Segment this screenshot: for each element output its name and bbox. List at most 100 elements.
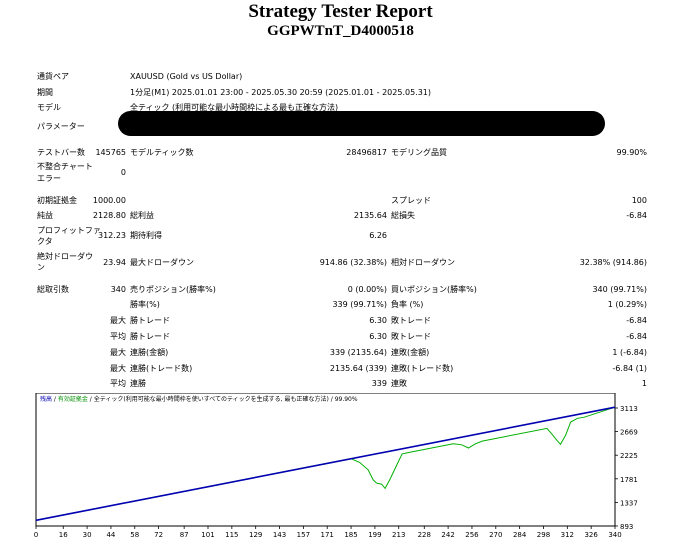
x-tick-label: 340 <box>608 531 621 539</box>
redaction-mark <box>118 111 605 136</box>
avg-cons-losses-label: 連敗 <box>391 379 407 388</box>
max-cons-loss-label: 連敗(トレード数) <box>391 364 454 373</box>
max-cons-profit-word: 最大 <box>110 364 126 373</box>
largest-word: 最大 <box>110 316 126 325</box>
max-cons-profit-label: 連勝(トレード数) <box>130 364 193 373</box>
bars-label: テストバー数 <box>37 148 85 157</box>
x-tick-label: 199 <box>368 531 381 539</box>
report-title: Strategy Tester Report <box>248 1 433 22</box>
avg-cons-losses-value: 1 <box>641 379 647 388</box>
y-tick-label: 2669 <box>620 429 638 437</box>
x-tick-label: 129 <box>249 531 262 539</box>
max-cons-wins-label: 連勝(金額) <box>130 348 169 357</box>
chart-legend: 残高 / 有効証拠金 / 全ティック(利用可能な最小時間枠を使いすべてのティック… <box>40 396 358 404</box>
x-tick-label: 242 <box>441 531 454 539</box>
quality-label: モデリング品質 <box>391 148 447 157</box>
symbol-value: XAUUSD (Gold vs US Dollar) <box>130 72 243 81</box>
max-dd-label: 最大ドローダウン <box>130 258 194 267</box>
total-trades-value: 340 <box>110 285 126 294</box>
total-trades-label: 総取引数 <box>37 285 69 294</box>
ticks-label: モデルティック数 <box>130 148 194 157</box>
x-tick-label: 72 <box>154 531 163 539</box>
mismatch-label-2: エラー <box>37 174 61 183</box>
largest-win-label: 勝トレード <box>130 316 170 325</box>
x-tick-label: 312 <box>561 531 574 539</box>
x-tick-label: 87 <box>180 531 189 539</box>
legend-model: 全ティック(利用可能な最小時間枠を使いすべてのティックを生成する, 最も正確な方… <box>93 396 329 403</box>
x-tick-label: 213 <box>392 531 405 539</box>
deposit-label: 初期証拠金 <box>37 196 77 205</box>
gross-loss-label: 総損失 <box>391 211 415 220</box>
net-label: 純益 <box>37 211 53 220</box>
win-rate-value: 339 (99.71%) <box>332 300 387 309</box>
largest-win-value: 6.30 <box>369 316 387 325</box>
expected-value: 6.26 <box>369 231 387 240</box>
y-tick-label: 1337 <box>620 499 638 507</box>
spread-label: スプレッド <box>391 196 431 205</box>
gross-profit-label: 総利益 <box>130 211 154 220</box>
short-value: 0 (0.00%) <box>347 285 387 294</box>
x-tick-label: 326 <box>584 531 598 539</box>
largest-loss-value: -6.84 <box>626 316 647 325</box>
max-cons-losses-value: 1 (-6.84) <box>612 348 647 357</box>
period-value: 1分足(M1) 2025.01.01 23:00 - 2025.05.30 20… <box>130 88 432 97</box>
x-tick-label: 58 <box>130 531 139 539</box>
bars-value: 145765 <box>95 148 126 157</box>
loss-rate-label: 負率 (%) <box>391 300 424 309</box>
period-label: 期間 <box>37 88 53 97</box>
avg-loss-label: 敗トレード <box>391 332 431 341</box>
max-cons-word: 最大 <box>110 348 126 357</box>
x-tick-label: 101 <box>201 531 214 539</box>
params-label: パラメーター <box>37 122 85 131</box>
y-tick-label: 893 <box>620 523 633 531</box>
avg-win-value: 6.30 <box>369 332 387 341</box>
legend-balance: 残高 <box>40 396 53 403</box>
symbol-label: 通貨ペア <box>37 72 69 81</box>
gross-profit-value: 2135.64 <box>353 211 387 220</box>
x-tick-label: 44 <box>106 531 115 539</box>
avg-cons-word: 平均 <box>110 379 126 388</box>
legend-equity: 有効証拠金 <box>57 396 88 403</box>
deposit-value: 1000.00 <box>92 196 126 205</box>
x-tick-label: 171 <box>321 531 334 539</box>
x-tick-label: 157 <box>297 531 310 539</box>
spread-value: 100 <box>631 196 647 205</box>
average-word: 平均 <box>110 332 126 341</box>
x-tick-label: 30 <box>83 531 92 539</box>
x-tick-label: 298 <box>537 531 550 539</box>
x-tick-label: 0 <box>34 531 38 539</box>
x-tick-label: 185 <box>344 531 357 539</box>
max-dd-value: 914.86 (32.38%) <box>319 258 387 267</box>
x-tick-label: 256 <box>465 531 479 539</box>
legend-quality: 99.90% <box>334 396 358 403</box>
max-cons-profit-value: 2135.64 (339) <box>329 364 387 373</box>
report-subtitle: GGPWTnT_D4000518 <box>267 23 414 39</box>
max-cons-losses-label: 連敗(金額) <box>391 348 430 357</box>
long-value: 340 (99.71%) <box>592 285 647 294</box>
avg-win-label: 勝トレード <box>130 332 170 341</box>
rel-dd-label: 相対ドローダウン <box>391 258 455 267</box>
x-tick-label: 228 <box>418 531 431 539</box>
avg-cons-wins-label: 連勝 <box>130 379 146 388</box>
abs-dd-value: 23.94 <box>103 258 126 267</box>
rel-dd-value: 32.38% (914.86) <box>579 258 647 267</box>
mismatch-value: 0 <box>120 168 126 177</box>
x-tick-label: 16 <box>59 531 68 539</box>
ticks-value: 28496817 <box>346 148 387 157</box>
x-tick-label: 270 <box>489 531 502 539</box>
quality-value: 99.90% <box>616 148 647 157</box>
model-label: モデル <box>37 103 61 112</box>
expected-label: 期待利得 <box>130 231 162 240</box>
pf-label-2: クタ <box>37 237 53 246</box>
avg-cons-wins-value: 339 <box>371 379 387 388</box>
net-value: 2128.80 <box>92 211 126 220</box>
mismatch-label-1: 不整合チャート <box>37 162 93 171</box>
y-tick-label: 3113 <box>620 405 638 413</box>
y-tick-label: 2225 <box>620 452 638 460</box>
loss-rate-value: 1 (0.29%) <box>607 300 647 309</box>
chart-frame <box>35 393 616 527</box>
balance-chart: 0 16 30 44 58 72 87 101 115 129 143 157 171 185 199 213… <box>34 393 638 539</box>
avg-loss-value: -6.84 <box>626 332 647 341</box>
short-label: 売りポジション(勝率%) <box>130 285 216 294</box>
long-label: 買いポジション(勝率%) <box>391 285 477 294</box>
